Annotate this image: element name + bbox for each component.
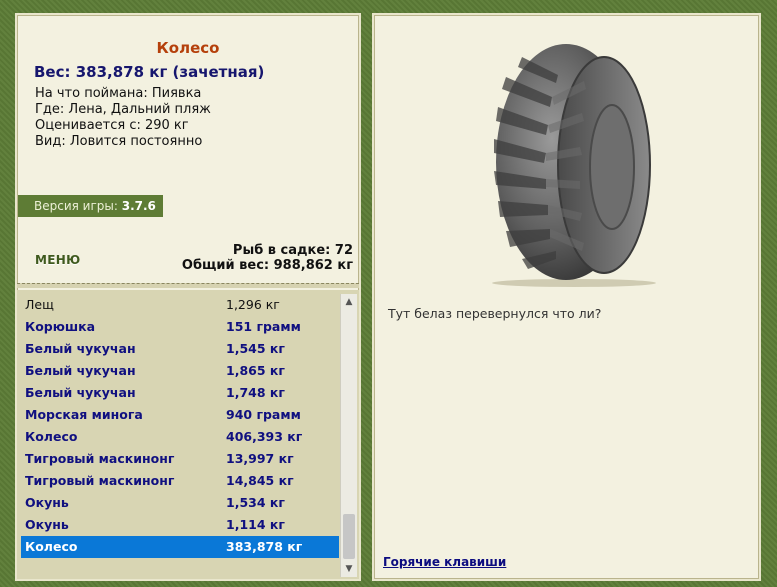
catch-list-row[interactable]: Белый чукучан 1,545 кг	[21, 338, 339, 360]
catch-list-weight: 1,296 кг	[226, 297, 280, 312]
separator	[17, 283, 359, 288]
scrollbar[interactable]: ▲ ▼	[340, 294, 357, 577]
catch-list-name: Колесо	[25, 429, 78, 444]
menu-button[interactable]: МЕНЮ	[35, 253, 80, 267]
catch-list-weight: 1,534 кг	[226, 495, 285, 510]
catch-list-row[interactable]: Тигровый маскинонг 13,997 кг	[21, 448, 339, 470]
catch-list-weight: 383,878 кг	[226, 539, 303, 554]
catch-bait: На что поймана: Пиявка	[35, 86, 202, 101]
catch-list-name: Белый чукучан	[25, 341, 136, 356]
catch-view-panel: Тут белаз перевернулся что ли? Горячие к…	[372, 13, 761, 581]
catch-list-weight: 14,845 кг	[226, 473, 294, 488]
arrow-up-icon[interactable]: ▲	[341, 294, 357, 310]
catch-list-row[interactable]: Колесо 383,878 кг	[21, 536, 339, 558]
catch-list-row[interactable]: Окунь 1,114 кг	[21, 514, 339, 536]
catch-list-area: Лещ 1,296 кг Корюшка 151 грамм Белый чукучан…	[17, 290, 359, 579]
catch-list-row[interactable]: Корюшка 151 грамм	[21, 316, 339, 338]
catch-list-name: Тигровый маскинонг	[25, 451, 175, 466]
catch-list-row[interactable]: Окунь 1,534 кг	[21, 492, 339, 514]
catch-list-weight: 151 грамм	[226, 319, 301, 334]
catch-list-row[interactable]: Тигровый маскинонг 14,845 кг	[21, 470, 339, 492]
catch-list-name: Лещ	[25, 297, 54, 312]
catch-title: Колесо	[156, 39, 220, 57]
catch-list-weight: 940 грамм	[226, 407, 301, 422]
scroll-thumb[interactable]	[343, 514, 355, 559]
catch-list-row[interactable]: Морская минога 940 грамм	[21, 404, 339, 426]
arrow-down-icon[interactable]: ▼	[341, 561, 357, 577]
keepnet-fish-count: Рыб в садке: 72	[232, 243, 353, 258]
catch-list-name: Корюшка	[25, 319, 96, 334]
catch-list-name: Белый чукучан	[25, 363, 136, 378]
version-value: 3.7.6	[121, 199, 156, 213]
catch-list-weight: 1,865 кг	[226, 363, 285, 378]
catch-weight: Вес: 383,878 кг (зачетная)	[34, 63, 265, 81]
catch-list-row[interactable]: Колесо 406,393 кг	[21, 426, 339, 448]
catch-rated-from: Оценивается с: 290 кг	[35, 118, 189, 133]
catch-list-row[interactable]: Белый чукучан 1,748 кг	[21, 382, 339, 404]
catch-list-weight: 1,114 кг	[226, 517, 285, 532]
catch-list-name: Морская минога	[25, 407, 143, 422]
hotkeys-link[interactable]: Горячие клавиши	[383, 555, 506, 569]
version-bar: Версия игры: 3.7.6	[18, 195, 163, 217]
catch-kind: Вид: Ловится постоянно	[35, 134, 203, 149]
catch-list-name: Окунь	[25, 517, 69, 532]
catch-info-panel: Колесо Вес: 383,878 кг (зачетная) На что…	[15, 13, 361, 581]
catch-list-weight: 1,545 кг	[226, 341, 285, 356]
catch-list-row[interactable]: Лещ 1,296 кг	[21, 294, 339, 316]
catch-list-name: Окунь	[25, 495, 69, 510]
catch-list-name: Тигровый маскинонг	[25, 473, 175, 488]
catch-place: Где: Лена, Дальний пляж	[35, 102, 211, 117]
catch-list: Лещ 1,296 кг Корюшка 151 грамм Белый чукучан…	[21, 294, 339, 558]
catch-comment: Тут белаз перевернулся что ли?	[388, 306, 602, 321]
catch-list-name: Колесо	[25, 539, 78, 554]
keepnet-total-weight: Общий вес: 988,862 кг	[181, 258, 353, 273]
catch-list-name: Белый чукучан	[25, 385, 136, 400]
tire-image	[492, 44, 656, 287]
catch-list-weight: 406,393 кг	[226, 429, 303, 444]
catch-list-weight: 1,748 кг	[226, 385, 285, 400]
version-label: Версия игры:	[34, 199, 118, 213]
catch-list-row[interactable]: Белый чукучан 1,865 кг	[21, 360, 339, 382]
catch-list-weight: 13,997 кг	[226, 451, 294, 466]
